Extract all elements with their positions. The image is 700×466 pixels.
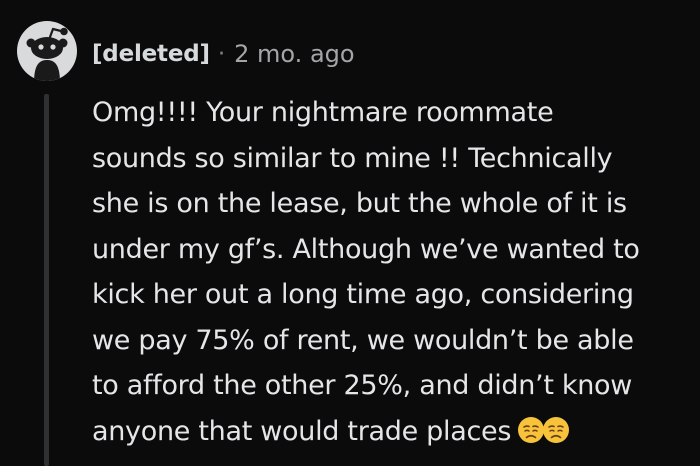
snoo-avatar-icon: [26, 27, 68, 81]
author-name[interactable]: [deleted]: [92, 41, 210, 67]
comment-last-line: anyone that would trade places: [92, 409, 692, 455]
comment-line: we pay 75% of rent, we wouldn’t be able: [92, 324, 634, 356]
comment-line-text: anyone that would trade places: [92, 415, 512, 447]
comment-timestamp[interactable]: 2 mo. ago: [234, 40, 354, 68]
meta-separator: ·: [217, 41, 226, 67]
comment-line: Omg!!!! Your nightmare roommate: [92, 97, 554, 128]
comment-line: she is on the lease, but the whole of it…: [92, 188, 627, 219]
emoji-group: [517, 413, 570, 459]
comment-line: to afford the other 25%, and didn’t know: [92, 370, 633, 401]
comment-meta: [deleted] · 2 mo. ago: [92, 36, 355, 72]
disappointed-face-emoji-icon: [543, 416, 570, 443]
avatar[interactable]: [17, 21, 77, 81]
comment-line: kick her out a long time ago, considerin…: [92, 279, 634, 310]
comment: [deleted] · 2 mo. ago Omg!!!! Your night…: [0, 0, 700, 466]
comment-body: Omg!!!! Your nightmare roommate sounds s…: [92, 90, 692, 454]
comment-line: under my gf’s. Although we’ve wanted to: [92, 233, 640, 265]
disappointed-face-emoji-icon: [518, 416, 545, 443]
comment-line: sounds so similar to mine !! Technically: [92, 142, 613, 174]
thread-collapse-line[interactable]: [44, 94, 49, 466]
